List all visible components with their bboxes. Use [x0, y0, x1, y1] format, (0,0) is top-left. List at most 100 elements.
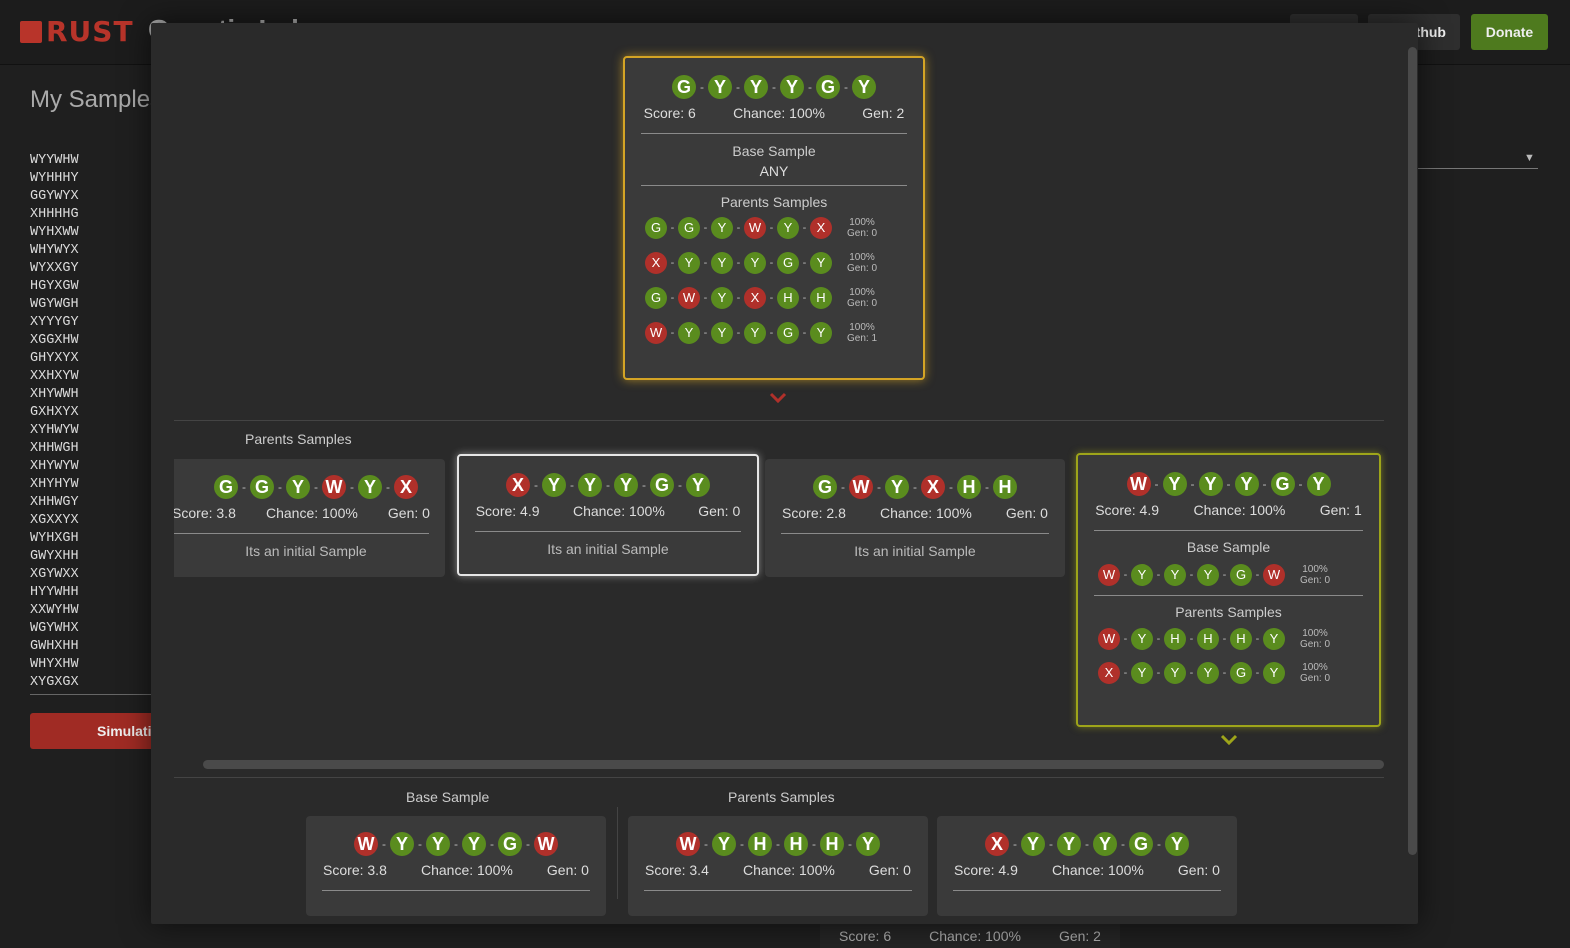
sample-list-item[interactable]: XYHWYW — [30, 422, 79, 440]
sample-list-item[interactable]: WYHHHY — [30, 170, 79, 188]
parent-sample-row[interactable]: G - G - Y - W - Y - X 100% Gen: 0 — [625, 217, 923, 239]
horizontal-scrollbar[interactable] — [203, 760, 1384, 769]
parent-sample-row[interactable]: W - Y - Y - Y - G - W 100% Gen: 0 — [1078, 564, 1379, 586]
sample-list-item[interactable]: WHYWYX — [30, 242, 79, 260]
sample-list-item[interactable]: XHYWWH — [30, 386, 79, 404]
gene-g: G — [645, 287, 667, 309]
simulation-button[interactable]: Simulation — [30, 713, 155, 749]
sample-list-item[interactable]: WGYWHX — [30, 620, 79, 638]
sample-list-item[interactable]: WHYXHW — [30, 656, 79, 674]
sample-list-item[interactable]: GWYXHH — [30, 548, 79, 566]
initial-sample-note: Its an initial Sample — [245, 543, 367, 559]
base-sample-card[interactable]: W-Y-Y-Y-G-W Score: 3.8 Chance: 100% Gen:… — [306, 816, 606, 916]
chevron-down-icon[interactable] — [769, 392, 787, 404]
gene-separator: - — [1013, 837, 1017, 851]
chance-text: Chance: 100% — [1051, 862, 1144, 878]
chevron-down-icon[interactable] — [1220, 734, 1238, 746]
gene-w: W — [1098, 628, 1120, 650]
gene-y: Y — [777, 217, 799, 239]
parent-sample-card-expanded[interactable]: W-Y-Y-Y-G-Y Score: 4.9 Chance: 100% Gen:… — [1076, 453, 1381, 727]
sample-list-item[interactable]: HYYWHH — [30, 584, 79, 602]
vertical-scrollbar[interactable] — [1408, 47, 1417, 855]
rust-logo[interactable]: RUST — [20, 18, 134, 46]
gene-y: Y — [810, 252, 832, 274]
gen-text: Gen: 0 — [846, 263, 878, 274]
sample-list-item[interactable]: GHYXYX — [30, 350, 79, 368]
gene-y: Y — [810, 322, 832, 344]
gene-separator: - — [736, 222, 741, 234]
gene-separator: - — [844, 80, 848, 94]
sample-list-item[interactable]: XYGXGX — [30, 674, 79, 692]
chevron-down-icon[interactable]: ▼ — [1524, 152, 1535, 164]
gene-g: G — [1129, 832, 1153, 856]
parent-sample-card[interactable]: G-W-Y-X-H-H Score: 2.8 Chance: 100% Gen:… — [765, 459, 1065, 577]
gene-separator: - — [1255, 569, 1260, 581]
divider — [641, 133, 907, 134]
gene-sequence: W-Y-H-H-H-Y — [628, 832, 928, 856]
sample-list-item[interactable]: XHHHHG — [30, 206, 79, 224]
parent-stats: 100% Gen: 0 — [832, 252, 892, 274]
sample-list-item[interactable]: XYYYGY — [30, 314, 79, 332]
sample-list-item[interactable]: WGYWGH — [30, 296, 79, 314]
sample-list-item[interactable]: GXHXYX — [30, 404, 79, 422]
parent-sample-row[interactable]: G - W - Y - X - H - H 100% Gen: 0 — [625, 287, 923, 309]
gene-y: Y — [1131, 662, 1153, 684]
sample-list-item[interactable]: XXHXYW — [30, 368, 79, 386]
sample-list-item[interactable]: XHYWYW — [30, 458, 79, 476]
parent-sample-row[interactable]: X - Y - Y - Y - G - Y 100% Gen: 0 — [625, 252, 923, 274]
sample-list-item[interactable]: WYHXGH — [30, 530, 79, 548]
gene-h: H — [784, 832, 808, 856]
gene-y: Y — [578, 473, 602, 497]
gene-y: Y — [614, 473, 638, 497]
gene-g: G — [816, 75, 840, 99]
sample-list-item[interactable]: WYHXWW — [30, 224, 79, 242]
sample-list-item[interactable]: XHHWGH — [30, 440, 79, 458]
gene-g: G — [672, 75, 696, 99]
gene-separator: - — [382, 837, 386, 851]
gene-separator: - — [1123, 569, 1128, 581]
sample-list-item[interactable]: XHYHYW — [30, 476, 79, 494]
donate-button[interactable]: Donate — [1471, 14, 1548, 50]
gene-g: G — [250, 475, 274, 499]
score-text: Score: 4.9 — [954, 862, 1018, 878]
gene-separator: - — [802, 292, 807, 304]
sample-list-item[interactable]: HGYXGW — [30, 278, 79, 296]
parent-sample-row[interactable]: W - Y - H - H - H - Y 100% Gen: 0 — [1078, 628, 1379, 650]
gen-text: Gen: 2 — [1058, 928, 1101, 944]
gene-y: Y — [1131, 564, 1153, 586]
sample-list-item[interactable]: XGGXHW — [30, 332, 79, 350]
sample-list-item[interactable]: XHHWGY — [30, 494, 79, 512]
divider — [781, 533, 1049, 534]
divider — [1094, 530, 1363, 531]
gen-text: Gen: 0 — [698, 503, 741, 519]
parent-sample-card[interactable]: X-Y-Y-Y-G-Y Score: 4.9 Chance: 100% Gen:… — [937, 816, 1237, 916]
gene-y: Y — [686, 473, 710, 497]
gene-sequence: G-G-Y-W-Y-X — [187, 475, 445, 499]
sample-list-item[interactable]: XXWYHW — [30, 602, 79, 620]
sample-list-item[interactable]: GGYWYX — [30, 188, 79, 206]
parent-sample-card-selected[interactable]: X-Y-Y-Y-G-Y Score: 4.9 Chance: 100% Gen:… — [457, 454, 759, 576]
gene-separator: - — [704, 837, 708, 851]
gene-w: W — [534, 832, 558, 856]
root-sample-card[interactable]: G-Y-Y-Y-G-Y Score: 6 Chance: 100% Gen: 2… — [623, 56, 925, 380]
gene-separator: - — [454, 837, 458, 851]
parent-sample-card[interactable]: W-Y-H-H-H-Y Score: 3.4 Chance: 100% Gen:… — [628, 816, 928, 916]
sample-list-item[interactable]: WYYWHW — [30, 152, 79, 170]
sample-list-item[interactable]: XGXXYX — [30, 512, 79, 530]
gene-separator: - — [1255, 667, 1260, 679]
gene-separator: - — [703, 292, 708, 304]
parent-sample-card[interactable]: G-G-Y-W-Y-X Score: 3.8 Chance: 100% Gen:… — [157, 459, 445, 577]
parent-stats: 100% Gen: 0 — [1285, 662, 1345, 684]
divider — [475, 531, 741, 532]
sample-list-item[interactable]: WYXXGY — [30, 260, 79, 278]
parent-sample-row[interactable]: W - Y - Y - Y - G - Y 100% Gen: 1 — [625, 322, 923, 344]
gene-separator: - — [670, 222, 675, 234]
gene-separator: - — [670, 257, 675, 269]
parent-sample-row[interactable]: X - Y - Y - Y - G - Y 100% Gen: 0 — [1078, 662, 1379, 684]
gene-separator: - — [740, 837, 744, 851]
gene-sequence: G-W-Y-X-H-H — [645, 287, 832, 309]
sample-list-item[interactable]: XGYWXX — [30, 566, 79, 584]
sample-list-item[interactable]: GWHXHH — [30, 638, 79, 656]
sample-stats: Score: 3.4 Chance: 100% Gen: 0 — [628, 862, 928, 878]
gene-sequence: W-Y-Y-Y-G-Y — [645, 322, 832, 344]
